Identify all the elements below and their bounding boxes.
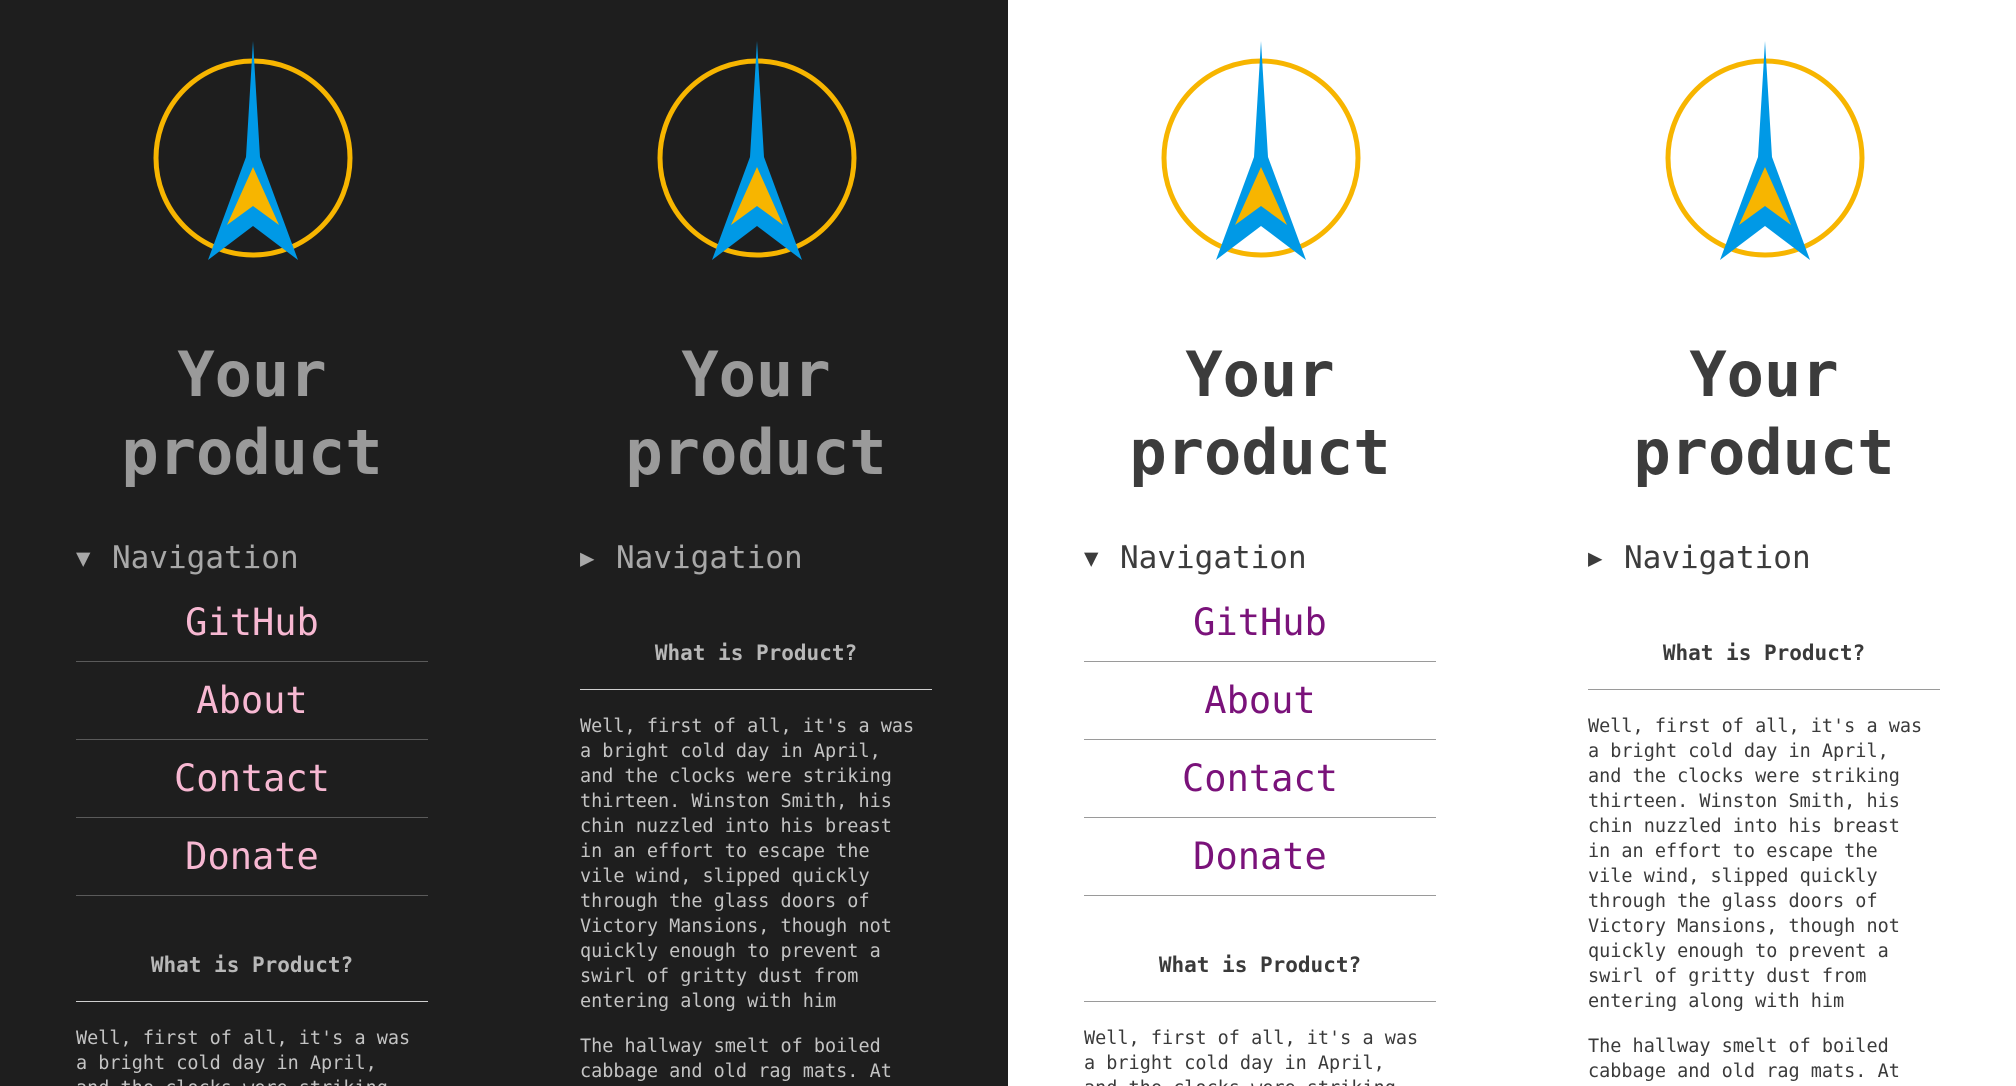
nav-item: GitHub [76, 584, 428, 662]
page-title: Your product [625, 338, 887, 489]
nav-link-github[interactable]: GitHub [1193, 601, 1327, 644]
about-section: What is Product? Well, first of all, it'… [1084, 953, 1436, 1086]
navigation-toggle[interactable]: ▶ Navigation [580, 538, 932, 578]
navigation: ▶ Navigation [580, 538, 932, 578]
navigation-label: Navigation [112, 540, 299, 576]
nav-item: Contact [76, 740, 428, 818]
panel-light-nav-collapsed: Your product ▶ Navigation What is Product… [1512, 0, 2016, 1086]
panel-light-nav-open: Your product ▼ Navigation GitHub About Co… [1008, 0, 1512, 1086]
nav-item: GitHub [1084, 584, 1436, 662]
navigation-toggle[interactable]: ▼ Navigation [1084, 538, 1436, 578]
tower-logo-icon [153, 41, 353, 260]
nav-item: About [76, 662, 428, 740]
about-section: What is Product? Well, first of all, it'… [76, 953, 428, 1086]
panel-dark-nav-collapsed: Your product ▶ Navigation What is Product… [504, 0, 1008, 1086]
nav-link-donate[interactable]: Donate [1193, 835, 1327, 878]
section-paragraph: Well, first of all, it's a was a bright … [1588, 716, 1923, 1012]
navigation-label: Navigation [1624, 540, 1811, 576]
nav-item: About [1084, 662, 1436, 740]
navigation-toggle[interactable]: ▶ Navigation [1588, 538, 1940, 578]
page-title: Your product [1129, 338, 1391, 489]
nav-item: Donate [76, 818, 428, 896]
nav-list: GitHub About Contact Donate [1084, 584, 1436, 896]
tower-logo-icon [657, 41, 857, 260]
triangle-down-icon: ▼ [1084, 544, 1099, 572]
panel-dark-nav-open: Your product ▼ Navigation GitHub About Co… [0, 0, 504, 1086]
nav-link-contact[interactable]: Contact [1182, 757, 1338, 800]
about-section: What is Product? Well, first of all, it'… [580, 641, 932, 1084]
nav-item: Contact [1084, 740, 1436, 818]
nav-link-contact[interactable]: Contact [174, 757, 330, 800]
navigation-label: Navigation [616, 540, 803, 576]
section-heading: What is Product? [1588, 641, 1940, 690]
navigation: ▼ Navigation GitHub About Contact Donate [76, 538, 428, 896]
nav-item: Donate [1084, 818, 1436, 896]
section-heading: What is Product? [1084, 953, 1436, 1002]
nav-link-about[interactable]: About [196, 679, 307, 722]
navigation: ▶ Navigation [1588, 538, 1940, 578]
section-heading: What is Product? [76, 953, 428, 1002]
nav-list: GitHub About Contact Donate [76, 584, 428, 896]
section-paragraph: Well, first of all, it's a was a bright … [76, 1028, 411, 1086]
about-section: What is Product? Well, first of all, it'… [1588, 641, 1940, 1084]
section-paragraph: The hallway smelt of boiled cabbage and … [580, 1036, 892, 1082]
section-heading: What is Product? [580, 641, 932, 690]
triangle-right-icon: ▶ [580, 544, 595, 572]
tower-logo-icon [1665, 41, 1865, 260]
section-paragraph: The hallway smelt of boiled cabbage and … [1588, 1036, 1900, 1082]
navigation-label: Navigation [1120, 540, 1307, 576]
nav-link-about[interactable]: About [1204, 679, 1315, 722]
page-title: Your product [1633, 338, 1895, 489]
page-title: Your product [121, 338, 383, 489]
tower-logo-icon [1161, 41, 1361, 260]
nav-link-github[interactable]: GitHub [185, 601, 319, 644]
triangle-down-icon: ▼ [76, 544, 91, 572]
section-paragraph: Well, first of all, it's a was a bright … [580, 716, 915, 1012]
section-paragraph: Well, first of all, it's a was a bright … [1084, 1028, 1419, 1086]
triangle-right-icon: ▶ [1588, 544, 1603, 572]
navigation-toggle[interactable]: ▼ Navigation [76, 538, 428, 578]
navigation: ▼ Navigation GitHub About Contact Donate [1084, 538, 1436, 896]
nav-link-donate[interactable]: Donate [185, 835, 319, 878]
